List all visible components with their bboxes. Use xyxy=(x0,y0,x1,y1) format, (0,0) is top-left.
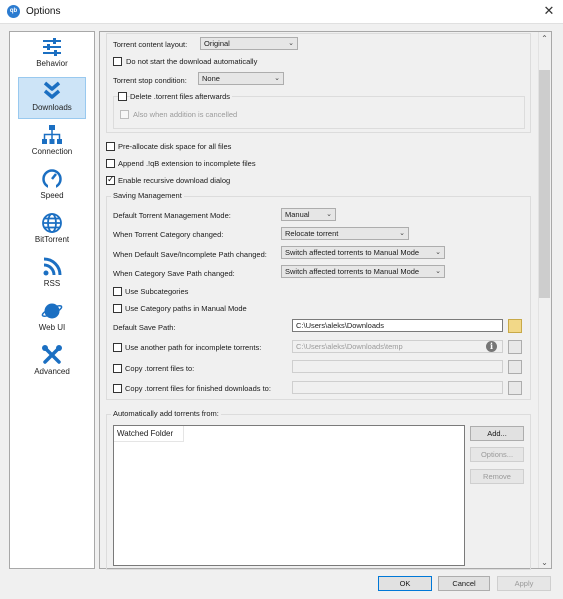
append-ext-label: Append .!qB extension to incomplete file… xyxy=(118,159,256,168)
sidebar-item-label: Downloads xyxy=(32,103,72,112)
stop-condition-label: Torrent stop condition: xyxy=(113,76,187,85)
stop-condition-select[interactable]: None ⌄ xyxy=(198,72,284,85)
sidebar-item-label: Web UI xyxy=(38,323,66,332)
use-category-paths-checkbox[interactable] xyxy=(113,304,122,313)
browse-folder-button[interactable] xyxy=(508,340,522,354)
sidebar-item-label: BitTorrent xyxy=(34,235,70,244)
browse-folder-button[interactable] xyxy=(508,319,522,333)
preallocate-checkbox[interactable] xyxy=(106,142,115,151)
incomplete-path-field[interactable]: C:\Users\aleks\Downloads\temp xyxy=(292,340,503,353)
default-save-path-field[interactable]: C:\Users\aleks\Downloads xyxy=(292,319,503,332)
sidebar-item-label: Speed xyxy=(40,191,64,200)
watched-folders-table[interactable] xyxy=(113,425,465,566)
incomplete-path-label: Use another path for incomplete torrents… xyxy=(125,343,262,352)
copy-finished-label: Copy .torrent files for finished downloa… xyxy=(125,384,271,393)
chevron-down-icon: ⌄ xyxy=(326,211,332,218)
append-ext-checkbox[interactable] xyxy=(106,159,115,168)
sidebar-item-downloads[interactable]: Downloads xyxy=(18,77,86,119)
options-sidebar: Behavior Downloads Connection Speed BitT… xyxy=(9,31,95,569)
chevron-down-icon: ⌄ xyxy=(399,230,405,237)
scroll-up-icon[interactable]: ⌃ xyxy=(539,33,550,44)
use-subcategories-label: Use Subcategories xyxy=(125,287,189,296)
delete-torrent-checkbox[interactable] xyxy=(118,92,127,101)
speedometer-icon xyxy=(42,169,62,189)
info-icon: i xyxy=(486,341,497,352)
default-path-changed-label: When Default Save/Incomplete Path change… xyxy=(113,250,267,259)
category-path-changed-select[interactable]: Switch affected torrents to Manual Mode ⌄ xyxy=(281,265,445,278)
ok-button[interactable]: OK xyxy=(378,576,432,591)
copy-finished-field[interactable] xyxy=(292,381,503,394)
copy-torrent-field[interactable] xyxy=(292,360,503,373)
sidebar-item-rss[interactable]: RSS xyxy=(18,254,86,296)
options-button[interactable]: Options... xyxy=(470,447,524,462)
dont-start-checkbox[interactable] xyxy=(113,57,122,66)
management-mode-label: Default Torrent Management Mode: xyxy=(113,211,231,220)
double-chevron-down-icon xyxy=(43,81,61,99)
sidebar-item-label: Connection xyxy=(31,147,73,156)
use-category-paths-label: Use Category paths in Manual Mode xyxy=(125,304,247,313)
tools-icon xyxy=(42,345,62,364)
close-icon[interactable]: ✕ xyxy=(540,2,558,20)
cancel-button[interactable]: Cancel xyxy=(438,576,490,591)
also-when-cancelled-label: Also when addition is cancelled xyxy=(133,110,238,119)
default-save-path-label: Default Save Path: xyxy=(113,323,176,332)
planet-icon xyxy=(41,303,63,319)
recursive-dialog-label: Enable recursive download dialog xyxy=(118,176,231,185)
category-changed-label: When Torrent Category changed: xyxy=(113,230,224,239)
sidebar-item-bittorrent[interactable]: BitTorrent xyxy=(18,210,86,252)
window-title: Options xyxy=(26,6,61,17)
chevron-down-icon: ⌄ xyxy=(435,268,441,275)
sidebar-item-advanced[interactable]: Advanced xyxy=(18,342,86,384)
sliders-icon xyxy=(43,38,61,56)
title-bar: qb Options ✕ xyxy=(0,0,563,24)
dont-start-label: Do not start the download automatically xyxy=(126,57,258,66)
incomplete-path-checkbox[interactable] xyxy=(113,343,122,352)
sidebar-item-webui[interactable]: Web UI xyxy=(18,298,86,340)
remove-button[interactable]: Remove xyxy=(470,469,524,484)
rss-icon xyxy=(43,257,62,276)
copy-finished-checkbox[interactable] xyxy=(113,384,122,393)
chevron-down-icon: ⌄ xyxy=(288,40,294,47)
content-layout-select[interactable]: Original ⌄ xyxy=(200,37,298,50)
sidebar-item-connection[interactable]: Connection xyxy=(18,122,86,164)
watched-folder-column-header[interactable]: Watched Folder xyxy=(114,426,184,442)
use-subcategories-checkbox[interactable] xyxy=(113,287,122,296)
browse-folder-button[interactable] xyxy=(508,381,522,395)
saving-management-title: Saving Management xyxy=(111,191,184,200)
sidebar-item-label: Advanced xyxy=(34,367,70,376)
management-mode-select[interactable]: Manual ⌄ xyxy=(281,208,336,221)
preallocate-label: Pre-allocate disk space for all files xyxy=(118,142,232,151)
scroll-thumb[interactable] xyxy=(539,70,550,298)
content-layout-label: Torrent content layout: xyxy=(113,40,188,49)
delete-torrent-label: Delete .torrent files afterwards xyxy=(130,92,233,101)
copy-torrent-label: Copy .torrent files to: xyxy=(125,364,195,373)
chevron-down-icon: ⌄ xyxy=(274,75,280,82)
apply-button[interactable]: Apply xyxy=(497,576,551,591)
sidebar-item-speed[interactable]: Speed xyxy=(18,166,86,208)
sidebar-item-label: RSS xyxy=(43,279,61,288)
network-icon xyxy=(42,125,62,144)
default-path-changed-select[interactable]: Switch affected torrents to Manual Mode ⌄ xyxy=(281,246,445,259)
globe-icon xyxy=(42,213,62,233)
category-path-changed-label: When Category Save Path changed: xyxy=(113,269,235,278)
copy-torrent-checkbox[interactable] xyxy=(113,364,122,373)
also-when-cancelled-checkbox[interactable] xyxy=(120,110,129,119)
auto-add-title: Automatically add torrents from: xyxy=(111,409,221,418)
add-button[interactable]: Add... xyxy=(470,426,524,441)
app-icon: qb xyxy=(7,5,20,18)
sidebar-item-behavior[interactable]: Behavior xyxy=(18,34,86,76)
recursive-dialog-checkbox[interactable] xyxy=(106,174,115,185)
category-changed-select[interactable]: Relocate torrent ⌄ xyxy=(281,227,409,240)
browse-folder-button[interactable] xyxy=(508,360,522,374)
sidebar-item-label: Behavior xyxy=(36,59,68,68)
scroll-down-icon[interactable]: ⌄ xyxy=(539,557,550,568)
chevron-down-icon: ⌄ xyxy=(435,249,441,256)
